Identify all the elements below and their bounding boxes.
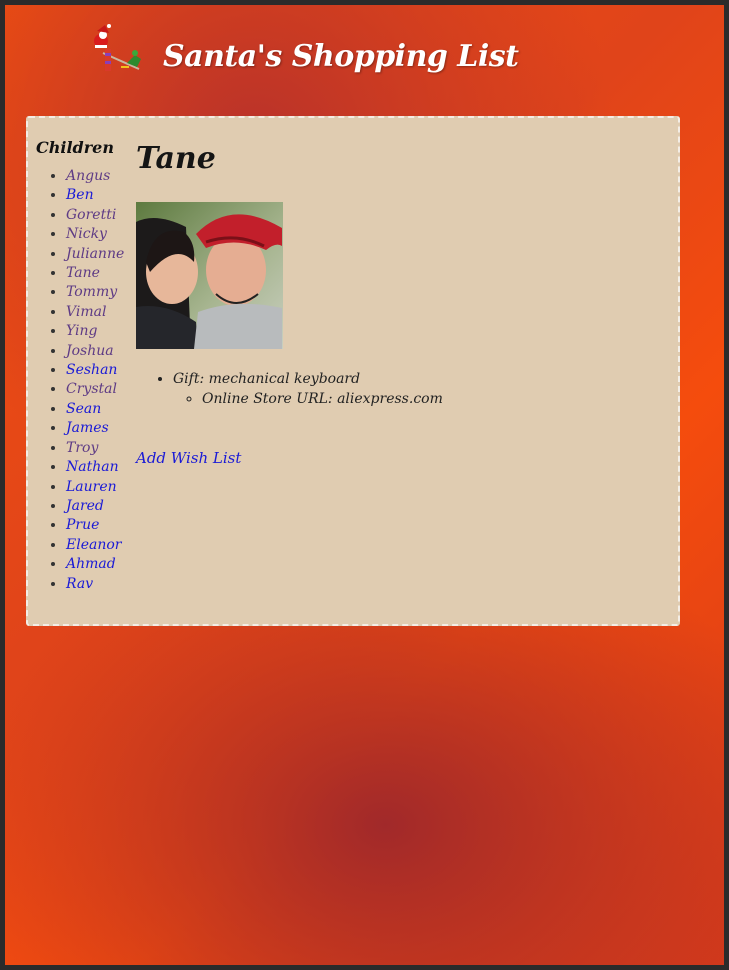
child-photo xyxy=(136,202,283,349)
gift-details: Online Store URL: aliexpress.com xyxy=(173,389,656,409)
child-link-vimal[interactable]: Vimal xyxy=(66,304,106,320)
gift-label: Gift: mechanical keyboard xyxy=(173,371,361,387)
list-item: Jared xyxy=(66,497,126,516)
list-item: Joshua xyxy=(66,342,126,361)
list-item: Rav xyxy=(66,575,126,594)
child-link-ben[interactable]: Ben xyxy=(66,187,94,203)
list-item: Crystal xyxy=(66,380,126,399)
list-item: James xyxy=(66,419,126,438)
child-name-heading: Tane xyxy=(136,141,216,176)
child-link-angus[interactable]: Angus xyxy=(66,168,110,184)
list-item: Ying xyxy=(66,322,126,341)
list-item: Nathan xyxy=(66,458,126,477)
list-item: Eleanor xyxy=(66,536,126,555)
child-link-jared[interactable]: Jared xyxy=(66,498,104,514)
store-url-label: Online Store URL: aliexpress.com xyxy=(202,391,443,407)
list-item: Lauren xyxy=(66,478,126,497)
child-link-nathan[interactable]: Nathan xyxy=(66,459,119,475)
list-item: Prue xyxy=(66,516,126,535)
child-link-ying[interactable]: Ying xyxy=(66,323,97,339)
child-link-lauren[interactable]: Lauren xyxy=(66,479,117,495)
santa-sleigh-icon xyxy=(91,23,147,75)
list-item: Nicky xyxy=(66,225,126,244)
children-sidebar: Children Angus Ben Goretti Nicky Juliann… xyxy=(36,138,126,594)
list-item: Tane xyxy=(66,264,126,283)
list-item: Ben xyxy=(66,186,126,205)
sidebar-title: Children xyxy=(36,138,114,157)
list-item: Tommy xyxy=(66,283,126,302)
list-item: Julianne xyxy=(66,245,126,264)
add-wish-list-link[interactable]: Add Wish List xyxy=(136,449,241,467)
child-link-rav[interactable]: Rav xyxy=(66,576,93,592)
child-link-troy[interactable]: Troy xyxy=(66,440,98,456)
list-item: Seshan xyxy=(66,361,126,380)
gift-section: Gift: mechanical keyboard Online Store U… xyxy=(136,370,656,409)
child-link-tane[interactable]: Tane xyxy=(66,265,100,281)
child-link-nicky[interactable]: Nicky xyxy=(66,226,107,242)
page-background: Santa's Shopping List Children Angus Ben… xyxy=(5,5,724,965)
list-item: Vimal xyxy=(66,303,126,322)
children-list: Angus Ben Goretti Nicky Julianne Tane To… xyxy=(36,167,126,594)
gift-list: Gift: mechanical keyboard Online Store U… xyxy=(136,370,656,409)
child-link-eleanor[interactable]: Eleanor xyxy=(66,537,121,553)
list-item: Sean xyxy=(66,400,126,419)
child-link-ahmad[interactable]: Ahmad xyxy=(66,556,116,572)
content-panel: Children Angus Ben Goretti Nicky Juliann… xyxy=(26,116,680,626)
list-item: Goretti xyxy=(66,206,126,225)
child-link-tommy[interactable]: Tommy xyxy=(66,284,117,300)
child-link-goretti[interactable]: Goretti xyxy=(66,207,116,223)
child-link-prue[interactable]: Prue xyxy=(66,517,99,533)
child-detail: Tane • Gift: mechanical keyboard ◦ Onlin… xyxy=(136,141,656,467)
child-link-julianne[interactable]: Julianne xyxy=(66,246,124,262)
list-item: Ahmad xyxy=(66,555,126,574)
child-link-crystal[interactable]: Crystal xyxy=(66,381,117,397)
child-link-joshua[interactable]: Joshua xyxy=(66,343,114,359)
child-link-seshan[interactable]: Seshan xyxy=(66,362,117,378)
list-item: Angus xyxy=(66,167,126,186)
site-header: Santa's Shopping List xyxy=(91,23,691,93)
child-link-sean[interactable]: Sean xyxy=(66,401,101,417)
gift-item: Gift: mechanical keyboard Online Store U… xyxy=(173,370,656,409)
site-title: Santa's Shopping List xyxy=(163,39,519,74)
child-link-james[interactable]: James xyxy=(66,420,109,436)
list-item: Troy xyxy=(66,439,126,458)
store-url-item: Online Store URL: aliexpress.com xyxy=(202,389,656,409)
